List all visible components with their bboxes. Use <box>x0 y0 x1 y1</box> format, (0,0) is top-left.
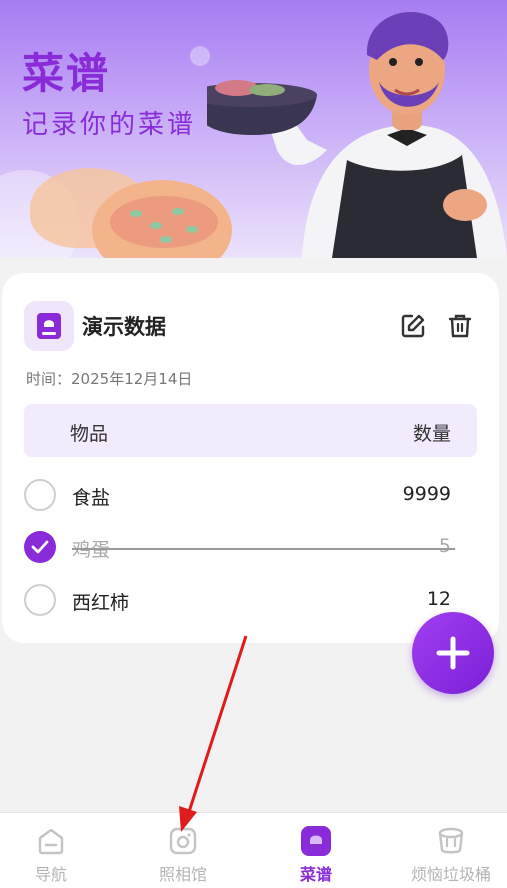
leaf-decor <box>186 226 198 233</box>
header-banner: 菜谱 记录你的菜谱 <box>0 0 507 258</box>
list-item[interactable]: 食盐 9999 <box>24 475 477 515</box>
item-name: 西红柿 <box>72 592 130 614</box>
leaf-decor <box>172 208 184 215</box>
item-checkbox-checked[interactable] <box>24 531 56 563</box>
item-name: 食盐 <box>72 487 111 509</box>
nav-label: 烦恼垃圾桶 <box>410 865 491 884</box>
edit-icon <box>401 314 425 338</box>
nav-label: 照相馆 <box>158 865 207 884</box>
add-recipe-button[interactable] <box>412 612 494 694</box>
recipe-card[interactable]: 演示数据 时间：2025年12月14日 物品 数量 食盐 9999 鸡蛋 5 西… <box>2 273 499 643</box>
checkmark-icon <box>31 540 49 554</box>
nav-item-recipes[interactable]: 菜谱 <box>253 813 379 888</box>
delete-button[interactable] <box>445 311 475 341</box>
item-quantity: 5 <box>438 535 451 557</box>
recipe-time: 时间：2025年12月14日 <box>26 368 192 389</box>
banner-subtitle: 记录你的菜谱 <box>22 110 197 140</box>
item-checkbox[interactable] <box>24 479 56 511</box>
banner-title: 菜谱 <box>22 49 111 98</box>
bottom-navigation: 导航 照相馆 菜谱 烦恼垃圾桶 <box>0 812 507 888</box>
leaf-decor <box>130 210 142 217</box>
nav-label: 导航 <box>34 865 67 884</box>
nav-item-navigation[interactable]: 导航 <box>0 813 114 888</box>
camera-icon <box>167 825 199 857</box>
bin-icon <box>435 825 467 857</box>
list-item[interactable]: 西红柿 12 <box>24 580 477 620</box>
column-header-item: 物品 <box>70 423 109 445</box>
recipe-book-icon <box>24 301 74 351</box>
edit-button[interactable] <box>398 311 428 341</box>
table-header: 物品 数量 <box>24 404 477 457</box>
home-icon <box>35 825 67 857</box>
recipe-title: 演示数据 <box>82 315 166 339</box>
item-quantity: 9999 <box>402 483 451 505</box>
trash-icon <box>448 314 472 338</box>
time-value: 2025年12月14日 <box>71 370 193 388</box>
chef-illustration <box>207 12 507 258</box>
leaf-decor <box>160 236 172 243</box>
list-item[interactable]: 鸡蛋 5 <box>24 527 477 567</box>
item-quantity: 12 <box>426 588 451 610</box>
nav-item-worry-bin[interactable]: 烦恼垃圾桶 <box>388 813 507 888</box>
plus-icon <box>436 636 470 670</box>
leaf-decor <box>150 222 162 229</box>
item-checkbox[interactable] <box>24 584 56 616</box>
recipe-icon <box>300 825 332 857</box>
column-header-quantity: 数量 <box>412 423 451 445</box>
time-label: 时间： <box>26 370 72 388</box>
nav-item-photo-studio[interactable]: 照相馆 <box>120 813 246 888</box>
strikethrough-line <box>72 548 455 550</box>
nav-label: 菜谱 <box>299 865 332 884</box>
